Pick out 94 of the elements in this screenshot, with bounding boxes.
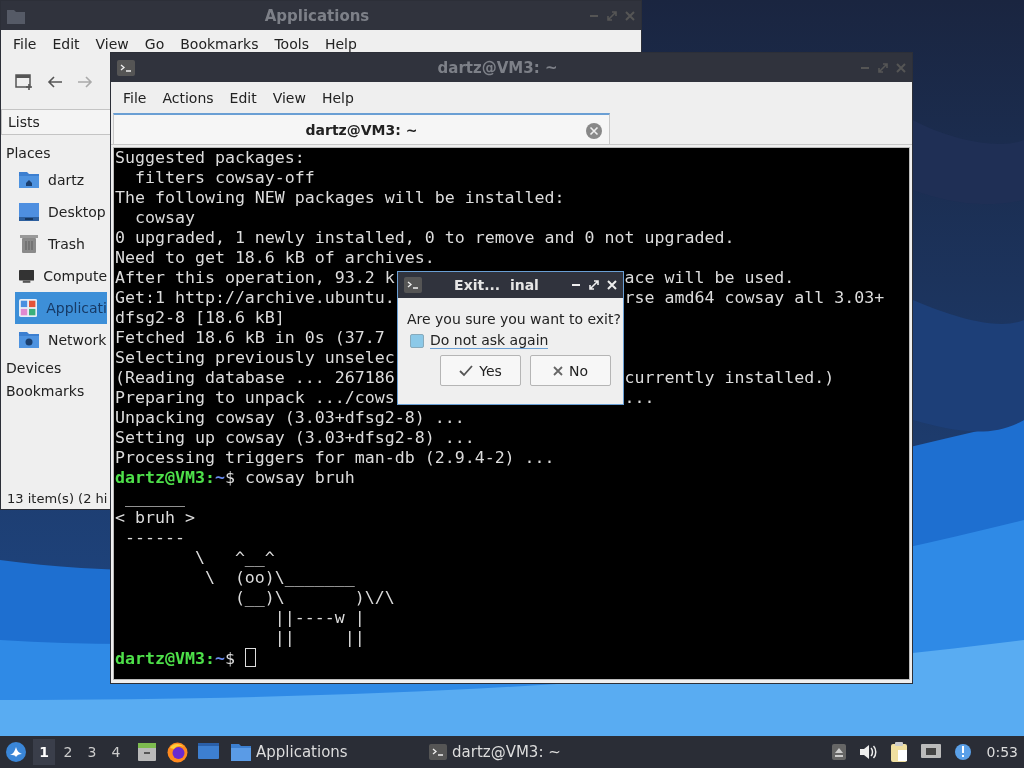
notification-icon[interactable] xyxy=(953,743,972,761)
terminal-text: || || xyxy=(273,628,365,647)
terminal-text: After this operation, 93.2 k xyxy=(115,268,395,287)
prompt-path: ~ xyxy=(214,649,225,668)
terminal-text: 0 upgraded, 1 newly installed, 0 to remove and 0 not upgraded. xyxy=(115,228,735,247)
terminal-text: (__)\ )\/\ xyxy=(233,588,395,607)
folder-icon xyxy=(7,7,25,24)
terminal-text: ______ xyxy=(124,488,185,507)
clock[interactable]: 0:53 xyxy=(986,744,1018,760)
terminal-text: < bruh > xyxy=(115,508,195,527)
yes-button[interactable]: Yes xyxy=(440,355,521,386)
start-menu-icon[interactable] xyxy=(5,741,27,763)
new-window-icon[interactable] xyxy=(15,73,33,91)
section-header: Devices xyxy=(5,359,63,378)
status-text: 13 item(s) (2 hi xyxy=(7,490,108,506)
menu-item[interactable]: File xyxy=(5,36,45,52)
sidebar-item[interactable]: Trash xyxy=(15,228,107,260)
tab[interactable]: dartz@VM3: ~ xyxy=(113,113,610,144)
check-icon xyxy=(459,364,474,377)
terminal-text: (Reading database ... 267186 xyxy=(115,368,395,387)
workspace-button[interactable]: 1 xyxy=(33,739,55,765)
prompt-path: ~ xyxy=(214,468,225,487)
menu-item[interactable]: File xyxy=(115,90,155,106)
terminal-text: ... xyxy=(624,388,655,408)
terminal-text: ace will be used. xyxy=(624,268,795,288)
terminal-text: \ (oo)\_______ xyxy=(203,568,355,587)
terminal-text: ------ xyxy=(124,528,185,547)
prompt-user: dartz@VM3: xyxy=(115,468,215,487)
checkbox-label[interactable]: Do not ask again xyxy=(430,332,549,349)
terminal-text: Preparing to unpack .../cows xyxy=(115,388,395,407)
back-arrow-icon[interactable] xyxy=(47,75,63,89)
section-header: Places xyxy=(5,144,52,163)
terminal-text: currently installed.) xyxy=(624,368,835,388)
terminal-text: filters cowsay-off xyxy=(133,168,315,187)
desktop-icon xyxy=(19,202,39,222)
terminal-text: Setting up cowsay (3.03+dfsg2-8) ... xyxy=(115,428,475,447)
menu-item[interactable]: Tools xyxy=(266,36,317,52)
terminal-text: cowsay xyxy=(133,208,195,227)
window-title: Applications xyxy=(263,6,371,25)
side-pane-selector[interactable]: Lists xyxy=(1,109,111,135)
close-icon xyxy=(552,365,563,376)
dialog-message: Are you sure you want to exit? xyxy=(406,310,622,327)
terminal-text: Suggested packages: xyxy=(115,148,305,167)
terminal-text: rse amd64 cowsay all 3.03+ xyxy=(624,288,885,308)
network-folder-icon xyxy=(19,330,39,350)
volume-icon[interactable] xyxy=(858,744,877,760)
terminal-text: Get:1 http://archive.ubuntu. xyxy=(115,288,395,307)
terminal-text: The following NEW packages will be installed: xyxy=(115,188,565,207)
task-button[interactable]: Applications xyxy=(225,738,419,766)
home-folder-icon xyxy=(19,170,39,190)
sidebar-item[interactable]: Desktop xyxy=(15,196,107,228)
terminal-text: Processing triggers for man-db (2.9.4-2) ... xyxy=(115,448,555,467)
clipboard-icon[interactable] xyxy=(889,742,908,762)
terminal-icon xyxy=(117,59,135,76)
menu-item[interactable]: Go xyxy=(136,36,173,52)
command-text: $ xyxy=(224,649,235,668)
task-button[interactable]: dartz@VM3: ~ xyxy=(423,738,567,766)
menu-item[interactable]: View xyxy=(264,90,314,106)
menu-item[interactable]: Actions xyxy=(154,90,222,106)
terminal-text: Selecting previously unselec xyxy=(115,348,395,367)
workspace-button[interactable]: 4 xyxy=(105,739,127,765)
window-title: dartz@VM3: ~ xyxy=(436,58,559,77)
workspace-button[interactable]: 3 xyxy=(81,739,103,765)
trash-icon xyxy=(19,234,39,254)
network-icon[interactable] xyxy=(920,744,941,760)
menu-item[interactable]: Edit xyxy=(221,90,265,106)
section-header: Bookmarks xyxy=(5,382,86,401)
dialog-title: Exit... inal xyxy=(453,277,540,293)
folder-icon xyxy=(231,743,251,761)
terminal-text: dfsg2-8 [18.6 kB] xyxy=(115,308,285,327)
no-button[interactable]: No xyxy=(530,355,611,386)
terminal-text: Need to get 18.6 kB of archives. xyxy=(115,248,435,267)
command-text: $ cowsay bruh xyxy=(224,468,355,487)
workspace-button[interactable]: 2 xyxy=(57,739,79,765)
menu-item[interactable]: Help xyxy=(313,90,362,106)
terminal-icon xyxy=(404,277,422,293)
file-cabinet-icon[interactable] xyxy=(137,741,157,762)
sidebar-item[interactable]: dartz xyxy=(15,164,107,196)
terminal-text: ||----w | xyxy=(273,608,365,627)
terminal-icon xyxy=(429,744,447,760)
sidebar-item[interactable]: Network xyxy=(15,324,107,356)
menu-item[interactable]: Help xyxy=(316,36,365,52)
checkbox[interactable] xyxy=(410,333,424,348)
terminal-text: \ ^__^ xyxy=(193,548,275,567)
prompt-user: dartz@VM3: xyxy=(115,649,215,668)
menu-item[interactable]: Bookmarks xyxy=(172,36,267,52)
applications-icon xyxy=(19,298,38,318)
window-icon[interactable] xyxy=(198,741,219,760)
menu-item[interactable]: Edit xyxy=(44,36,88,52)
terminal-text: Fetched 18.6 kB in 0s (37.7 xyxy=(115,328,385,347)
sidebar-item[interactable]: Compute xyxy=(15,260,107,292)
terminal-text: Unpacking cowsay (3.03+dfsg2-8) ... xyxy=(115,408,465,427)
browser-icon[interactable] xyxy=(167,741,188,763)
menu-item[interactable]: View xyxy=(87,36,137,52)
